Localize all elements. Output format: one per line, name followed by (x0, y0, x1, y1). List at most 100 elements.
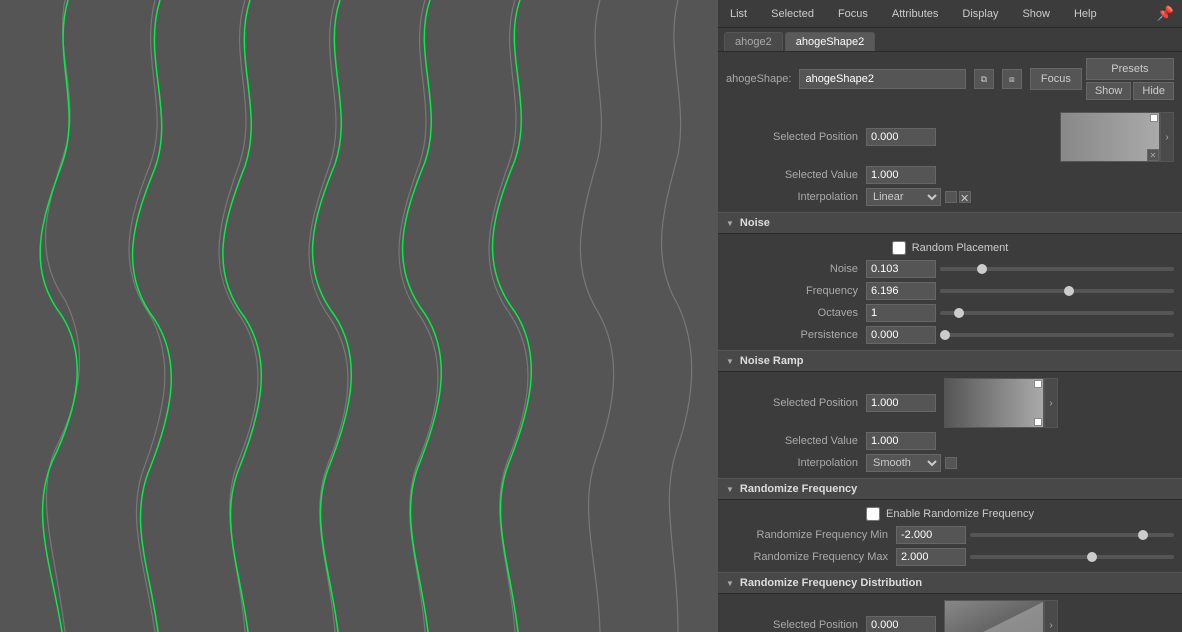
random-placement-checkbox[interactable] (892, 241, 906, 255)
paste-shape-btn[interactable]: ⧈ (1002, 69, 1022, 89)
hide-button[interactable]: Hide (1133, 82, 1174, 100)
nr-selected-position-input[interactable] (866, 394, 936, 412)
noise-ramp-section-header[interactable]: ▼ Noise Ramp (718, 350, 1182, 372)
nr-gradient-chevron[interactable]: › (1044, 378, 1058, 428)
rf-max-row: Randomize Frequency Max (718, 546, 1182, 568)
frequency-slider-track[interactable] (940, 289, 1174, 293)
menu-help[interactable]: Help (1070, 6, 1101, 22)
nr-selected-value-input[interactable] (866, 432, 936, 450)
pre-selected-value-label: Selected Value (726, 169, 866, 181)
persistence-input[interactable] (866, 326, 936, 344)
pre-interpolation-row: Interpolation Linear Smooth Spline Step … (718, 186, 1182, 208)
rf-min-slider-thumb[interactable] (1138, 530, 1148, 540)
frequency-input[interactable] (866, 282, 936, 300)
rfd-title: Randomize Frequency Distribution (740, 577, 922, 589)
pre-interp-small-btn2[interactable]: ✕ (959, 191, 971, 203)
persistence-slider-track[interactable] (940, 333, 1174, 337)
pre-selected-position-row: Selected Position ✕ › (718, 110, 1182, 164)
rfd-gradient-chevron[interactable]: › (1044, 600, 1058, 632)
randomize-freq-title: Randomize Frequency (740, 483, 857, 495)
nr-gradient-preview (944, 378, 1044, 428)
nr-gradient-marker-top (1034, 380, 1042, 388)
menu-show[interactable]: Show (1018, 6, 1054, 22)
shape-label: ahogeShape: (726, 73, 791, 85)
tab-ahogeshape2[interactable]: ahogeShape2 (785, 32, 876, 51)
persistence-row: Persistence (718, 324, 1182, 346)
rf-min-slider-container[interactable] (970, 533, 1174, 537)
rfd-selected-position-input[interactable] (866, 616, 936, 632)
rf-min-input[interactable] (896, 526, 966, 544)
noise-section-header[interactable]: ▼ Noise (718, 212, 1182, 234)
pre-gradient-preview: ✕ (1060, 112, 1160, 162)
nr-selected-value-row: Selected Value (718, 430, 1182, 452)
presets-button[interactable]: Presets (1086, 58, 1174, 80)
rf-max-label: Randomize Frequency Max (726, 551, 896, 563)
enable-randomize-row: Enable Randomize Frequency (718, 504, 1182, 524)
rf-max-slider-thumb[interactable] (1087, 552, 1097, 562)
tab-ahoge2[interactable]: ahoge2 (724, 32, 783, 51)
persistence-slider-container[interactable] (940, 333, 1174, 337)
frequency-row: Frequency (718, 280, 1182, 302)
rf-min-row: Randomize Frequency Min (718, 524, 1182, 546)
noise-slider-container[interactable] (940, 267, 1174, 271)
pre-selected-position-input[interactable] (866, 128, 936, 146)
pre-selected-position-label: Selected Position (726, 131, 866, 143)
rfd-gradient-preview (944, 600, 1044, 632)
rfd-section-header[interactable]: ▼ Randomize Frequency Distribution (718, 572, 1182, 594)
pre-noise-section: Selected Position ✕ › Selected Value (718, 106, 1182, 212)
persistence-slider-thumb[interactable] (940, 330, 950, 340)
pre-ramp-clear-btn[interactable]: ✕ (1147, 149, 1159, 161)
nr-selected-position-label: Selected Position (726, 397, 866, 409)
randomize-freq-section-header[interactable]: ▼ Randomize Frequency (718, 478, 1182, 500)
noise-input[interactable] (866, 260, 936, 278)
rf-max-slider-container[interactable] (970, 555, 1174, 559)
menu-list[interactable]: List (726, 6, 751, 22)
noise-ramp-section-content: Selected Position › Selected Value Inter… (718, 372, 1182, 478)
copy-shape-btn[interactable]: ⧉ (974, 69, 994, 89)
octaves-slider-container[interactable] (940, 311, 1174, 315)
pre-interpolation-select[interactable]: Linear Smooth Spline Step (866, 188, 941, 206)
noise-label: Noise (726, 263, 866, 275)
menu-display[interactable]: Display (958, 6, 1002, 22)
rf-min-label: Randomize Frequency Min (726, 529, 896, 541)
nr-selected-value-label: Selected Value (726, 435, 866, 447)
pre-interp-small-btn[interactable] (945, 191, 957, 203)
nr-gradient-marker-bot (1034, 418, 1042, 426)
octaves-input[interactable] (866, 304, 936, 322)
scroll-content[interactable]: Selected Position ✕ › Selected Value (718, 106, 1182, 632)
pre-selected-value-input[interactable] (866, 166, 936, 184)
canvas-area (0, 0, 718, 632)
menu-focus[interactable]: Focus (834, 6, 872, 22)
pre-gradient-chevron[interactable]: › (1160, 112, 1174, 162)
menu-selected[interactable]: Selected (767, 6, 818, 22)
nr-interpolation-row: Interpolation Linear Smooth Spline Step (718, 452, 1182, 474)
tab-bar: ahoge2 ahogeShape2 (718, 28, 1182, 52)
focus-button[interactable]: Focus (1030, 68, 1082, 90)
rf-min-slider-track[interactable] (970, 533, 1174, 537)
enable-randomize-checkbox[interactable] (866, 507, 880, 521)
persistence-label: Persistence (726, 329, 866, 341)
shape-name-input[interactable] (799, 69, 965, 89)
show-button[interactable]: Show (1086, 82, 1132, 100)
rfd-section-content: Selected Position › Selected Value Inter… (718, 594, 1182, 632)
noise-slider-track[interactable] (940, 267, 1174, 271)
randomize-freq-section-content: Enable Randomize Frequency Randomize Fre… (718, 500, 1182, 572)
noise-ramp-title: Noise Ramp (740, 355, 804, 367)
nr-interp-small-btn[interactable] (945, 457, 957, 469)
octaves-slider-track[interactable] (940, 311, 1174, 315)
octaves-slider-thumb[interactable] (954, 308, 964, 318)
rf-max-input[interactable] (896, 548, 966, 566)
rf-max-slider-track[interactable] (970, 555, 1174, 559)
random-placement-label: Random Placement (912, 242, 1009, 254)
frequency-slider-container[interactable] (940, 289, 1174, 293)
randomize-freq-arrow: ▼ (726, 485, 734, 494)
nr-interpolation-select[interactable]: Linear Smooth Spline Step (866, 454, 941, 472)
menu-attributes[interactable]: Attributes (888, 6, 942, 22)
noise-arrow: ▼ (726, 219, 734, 228)
rfd-selected-position-row: Selected Position › (718, 598, 1182, 632)
noise-row: Noise (718, 258, 1182, 280)
noise-slider-thumb[interactable] (977, 264, 987, 274)
octaves-row: Octaves (718, 302, 1182, 324)
noise-section-content: Random Placement Noise Frequency (718, 234, 1182, 350)
frequency-slider-thumb[interactable] (1064, 286, 1074, 296)
